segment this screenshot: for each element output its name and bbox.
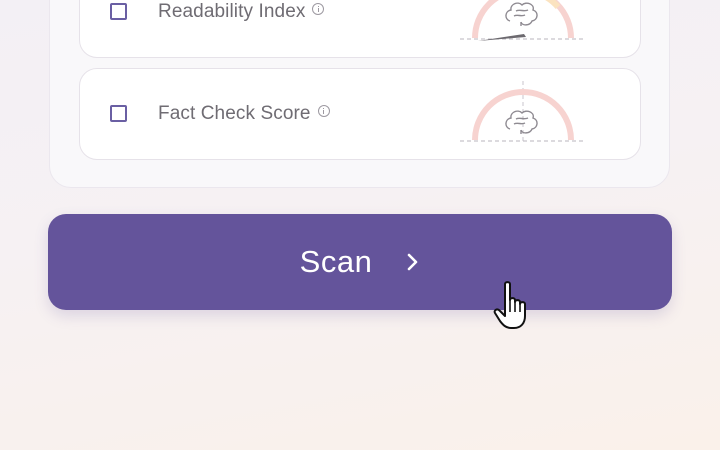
metric-card-readability: Readability Index xyxy=(79,0,641,58)
scan-button[interactable]: Scan xyxy=(48,214,672,310)
scan-button-label: Scan xyxy=(299,244,373,279)
readability-gauge xyxy=(460,0,586,41)
metric-card-fact-check: Fact Check Score xyxy=(79,68,641,160)
metric-label: Fact Check Score xyxy=(158,103,330,125)
readability-checkbox[interactable] xyxy=(110,3,127,20)
brain-icon xyxy=(505,2,538,26)
gauge-arc-accent xyxy=(545,0,561,10)
brain-icon xyxy=(505,110,538,134)
gauge-needle xyxy=(478,34,526,41)
hand-pointer-cursor-icon xyxy=(493,281,526,329)
chevron-right-icon xyxy=(408,253,418,271)
fact-check-gauge xyxy=(460,81,586,142)
fact-check-checkbox[interactable] xyxy=(110,105,127,122)
info-icon[interactable] xyxy=(317,105,330,117)
metric-label-text: Fact Check Score xyxy=(158,103,311,124)
metric-label-text: Readability Index xyxy=(158,1,306,22)
metric-label: Readability Index xyxy=(158,1,325,23)
info-icon[interactable] xyxy=(312,3,325,15)
